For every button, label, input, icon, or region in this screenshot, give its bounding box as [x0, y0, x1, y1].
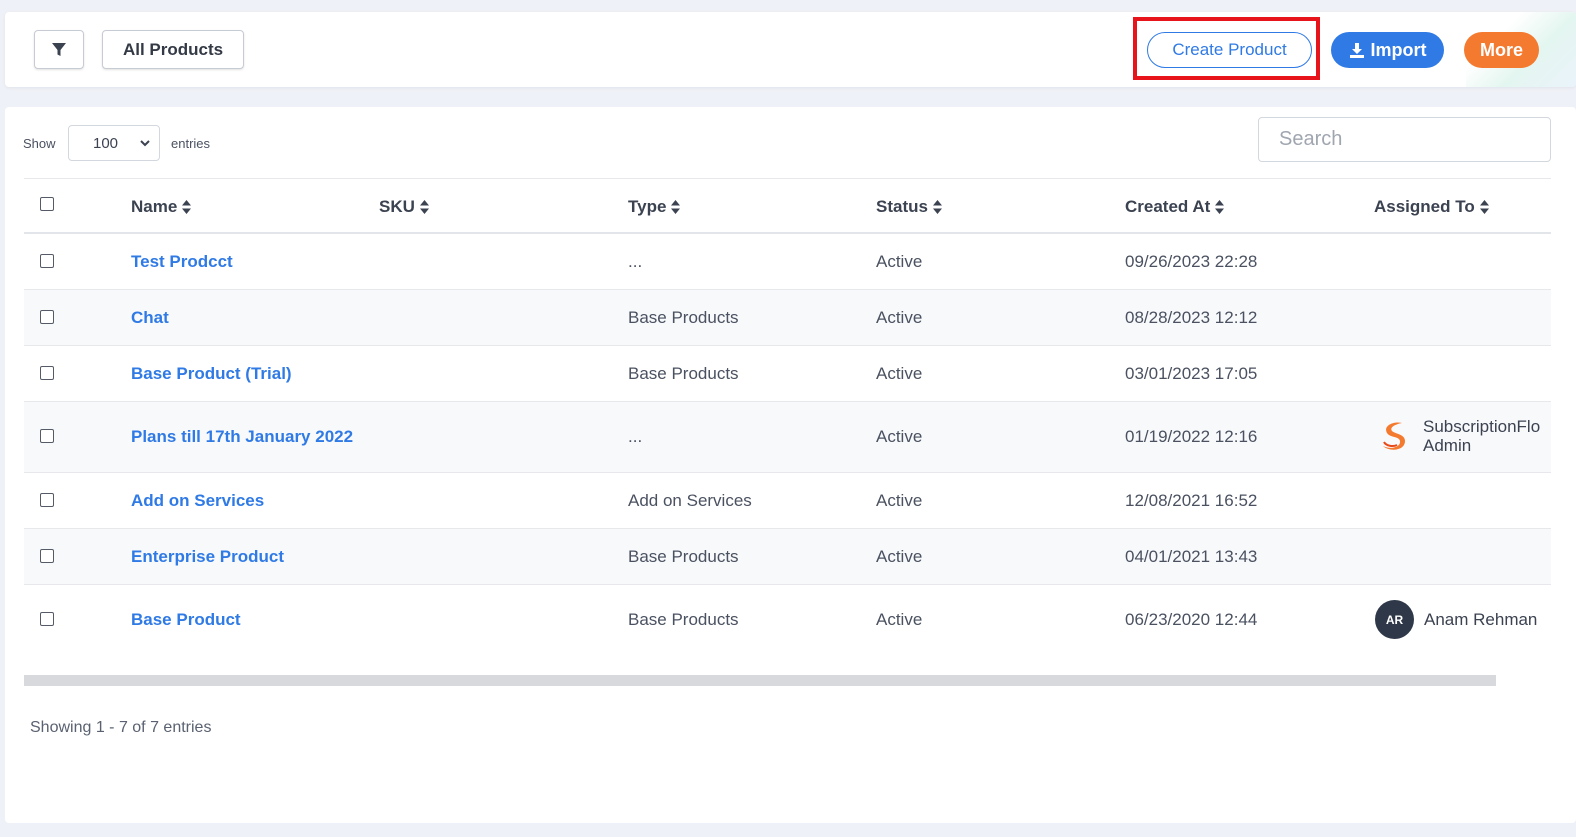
column-header-label: SKU: [379, 197, 415, 216]
entries-select[interactable]: 100: [68, 125, 160, 161]
table-row: Base Product Base Products Active 06/23/…: [24, 585, 1551, 655]
column-header-type[interactable]: Type: [628, 197, 681, 217]
product-type: ...: [628, 427, 643, 446]
product-type: ...: [628, 252, 643, 271]
product-created-at: 03/01/2023 17:05: [1125, 364, 1258, 383]
column-header-label: Status: [876, 197, 928, 216]
horizontal-scrollbar[interactable]: [24, 675, 1496, 686]
product-name-link[interactable]: Plans till 17th January 2022: [131, 427, 353, 447]
filter-icon: [52, 42, 66, 56]
row-checkbox[interactable]: [40, 366, 54, 380]
table-row: Enterprise Product Base Products Active …: [24, 529, 1551, 585]
products-panel: Show 100 entries Name SKU Type Status: [5, 107, 1576, 823]
product-status: Active: [876, 547, 923, 566]
product-created-at: 09/26/2023 22:28: [1125, 252, 1258, 271]
product-status: Active: [876, 610, 923, 629]
column-header-label: Name: [131, 197, 178, 216]
product-type: Base Products: [628, 547, 739, 566]
sort-icon: [932, 200, 942, 214]
product-type: Base Products: [628, 308, 739, 327]
column-header-sku[interactable]: SKU: [379, 197, 429, 217]
avatar: AR: [1375, 600, 1414, 639]
assignee-name: SubscriptionFlo Admin: [1423, 417, 1540, 455]
row-checkbox[interactable]: [40, 612, 54, 626]
table-info: Showing 1 - 7 of 7 entries: [30, 719, 212, 736]
search-input[interactable]: [1258, 117, 1551, 162]
column-header-created-at[interactable]: Created At: [1125, 197, 1225, 217]
product-type: Base Products: [628, 610, 739, 629]
import-label: Import: [1370, 39, 1427, 60]
product-status: Active: [876, 308, 923, 327]
row-checkbox[interactable]: [40, 493, 54, 507]
row-checkbox[interactable]: [40, 310, 54, 324]
show-label: Show: [23, 136, 56, 151]
product-name-link[interactable]: Enterprise Product: [131, 547, 284, 567]
assignee-name-line1: SubscriptionFlo: [1423, 417, 1541, 436]
row-checkbox[interactable]: [40, 549, 54, 563]
product-status: Active: [876, 364, 923, 383]
product-name-link[interactable]: Test Prodcct: [131, 252, 233, 272]
chevron-down-icon: [140, 140, 150, 147]
product-name-link[interactable]: Chat: [131, 308, 169, 328]
entries-label: entries: [171, 136, 211, 151]
table-header: Name SKU Type Status Created At Assigned…: [24, 178, 1551, 234]
product-created-at: 04/01/2021 13:43: [1125, 547, 1258, 566]
sort-icon: [671, 200, 681, 214]
assignee-name: Anam Rehman: [1424, 610, 1538, 629]
assignee-name-line2: Admin: [1423, 436, 1472, 455]
column-header-label: Type: [628, 197, 667, 216]
table-row: Base Product (Trial) Base Products Activ…: [24, 346, 1551, 402]
product-status: Active: [876, 427, 923, 446]
column-header-label: Created At: [1125, 197, 1211, 216]
column-header-name[interactable]: Name: [131, 197, 192, 217]
product-status: Active: [876, 252, 923, 271]
all-products-button[interactable]: All Products: [102, 30, 244, 69]
table-row: Test Prodcct ... Active 09/26/2023 22:28: [24, 234, 1551, 290]
products-table: Name SKU Type Status Created At Assigned…: [24, 178, 1551, 655]
product-created-at: 08/28/2023 12:12: [1125, 308, 1258, 327]
product-type: Base Products: [628, 364, 739, 383]
row-checkbox[interactable]: [40, 429, 54, 443]
filter-button[interactable]: [34, 30, 84, 69]
table-row: Chat Base Products Active 08/28/2023 12:…: [24, 290, 1551, 346]
sort-icon: [1479, 200, 1489, 214]
sort-icon: [182, 200, 192, 214]
product-name-link[interactable]: Base Product: [131, 610, 241, 630]
table-row: Add on Services Add on Services Active 1…: [24, 473, 1551, 529]
row-checkbox[interactable]: [40, 254, 54, 268]
column-header-status[interactable]: Status: [876, 197, 942, 217]
sort-icon: [1215, 200, 1225, 214]
product-created-at: 06/23/2020 12:44: [1125, 610, 1258, 629]
entries-select-value: 100: [93, 134, 119, 152]
subscriptionflow-logo-icon: [1383, 422, 1405, 450]
create-product-button[interactable]: Create Product: [1147, 32, 1312, 68]
assignee: SubscriptionFlo Admin: [1375, 417, 1540, 455]
table-row: Plans till 17th January 2022 ... Active …: [24, 402, 1551, 473]
product-status: Active: [876, 491, 923, 510]
import-button[interactable]: Import: [1331, 32, 1444, 68]
column-header-label: Assigned To: [1374, 197, 1475, 216]
download-icon: [1349, 42, 1364, 58]
sort-icon: [419, 200, 429, 214]
product-created-at: 01/19/2022 12:16: [1125, 427, 1258, 446]
assignee: AR Anam Rehman: [1375, 600, 1537, 639]
product-created-at: 12/08/2021 16:52: [1125, 491, 1258, 510]
select-all-checkbox[interactable]: [40, 197, 54, 211]
product-name-link[interactable]: Base Product (Trial): [131, 364, 292, 384]
product-type: Add on Services: [628, 491, 752, 510]
column-header-assigned-to[interactable]: Assigned To: [1374, 197, 1489, 217]
product-name-link[interactable]: Add on Services: [131, 491, 264, 511]
more-button[interactable]: More: [1464, 32, 1539, 68]
